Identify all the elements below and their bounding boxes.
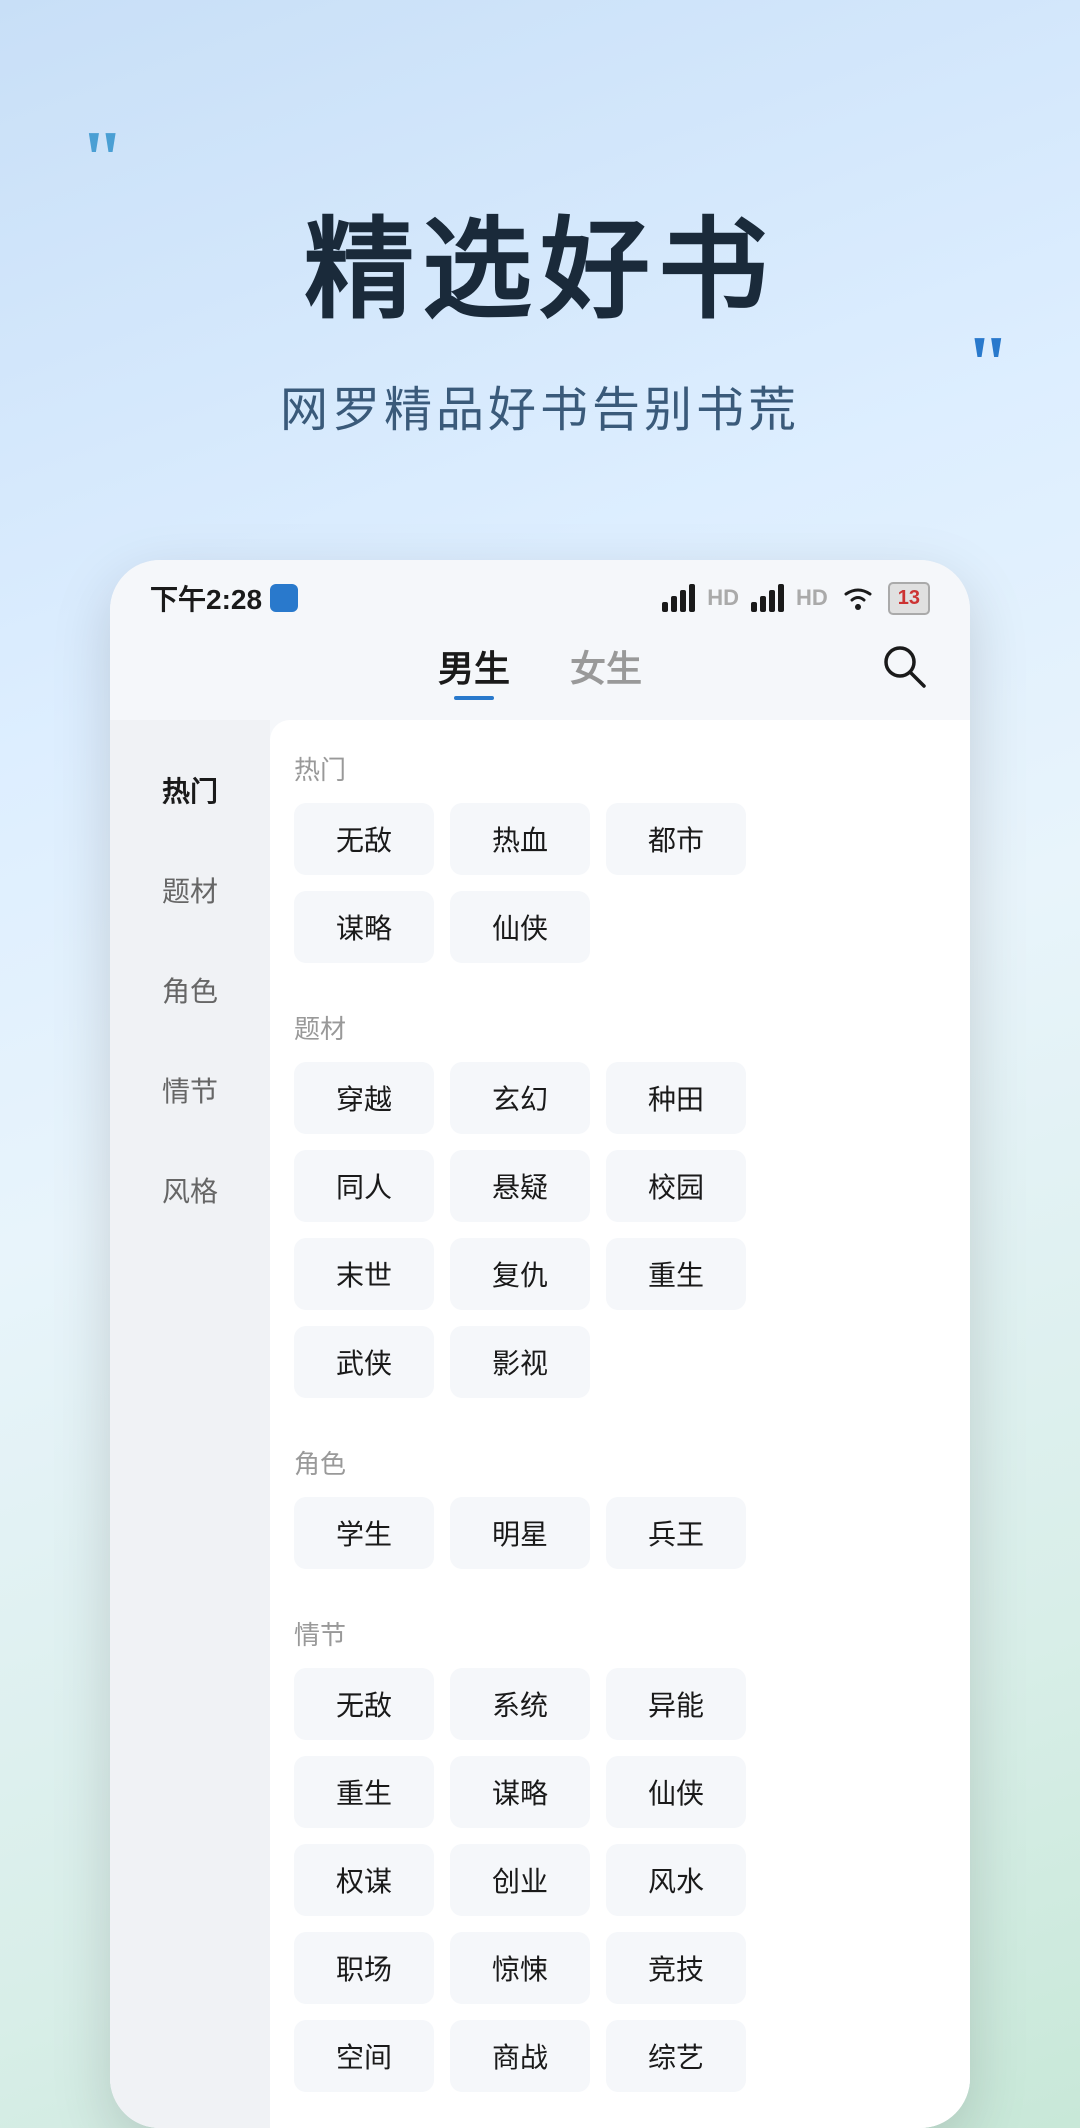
main-title: 精选好书 — [80, 180, 1000, 340]
signal-icon-2 — [751, 584, 784, 612]
sidebar-item-hot[interactable]: 热门 — [110, 740, 270, 840]
status-right-icons: HD HD 13 — [662, 582, 930, 615]
plot-tags-row-4: 职场 惊悚 竞技 — [294, 1932, 946, 2004]
tag-farming[interactable]: 种田 — [606, 1062, 746, 1134]
tag-variety[interactable]: 综艺 — [606, 2020, 746, 2092]
tag-space[interactable]: 空间 — [294, 2020, 434, 2092]
quote-left-icon: " — [80, 120, 114, 200]
tag-revenge[interactable]: 复仇 — [450, 1238, 590, 1310]
battery-icon: 13 — [888, 582, 930, 615]
tag-plot-rebirth[interactable]: 重生 — [294, 1756, 434, 1828]
tag-city[interactable]: 都市 — [606, 803, 746, 875]
sidebar-item-theme[interactable]: 题材 — [110, 840, 270, 940]
tag-intrigue[interactable]: 权谋 — [294, 1844, 434, 1916]
tag-doujin[interactable]: 同人 — [294, 1150, 434, 1222]
theme-tags-row-1: 穿越 玄幻 种田 — [294, 1062, 946, 1134]
tab-female[interactable]: 女生 — [570, 640, 642, 700]
section-label-plot: 情节 — [294, 1615, 946, 1652]
sidebar: 热门 题材 角色 情节 风格 — [110, 720, 270, 2128]
nav-tabs: 男生 女生 — [110, 630, 970, 720]
tag-travel-time[interactable]: 穿越 — [294, 1062, 434, 1134]
tag-soldier-king[interactable]: 兵王 — [606, 1497, 746, 1569]
signal-icon — [662, 584, 695, 612]
plot-tags-row-2: 重生 谋略 仙侠 — [294, 1756, 946, 1828]
tag-film[interactable]: 影视 — [450, 1326, 590, 1398]
phone-mockup: 下午2:28 HD HD — [110, 560, 970, 2128]
tag-hot-blood[interactable]: 热血 — [450, 803, 590, 875]
quote-right-icon: " — [966, 320, 1000, 411]
tag-plot-xianxia[interactable]: 仙侠 — [606, 1756, 746, 1828]
tag-thriller[interactable]: 惊悚 — [450, 1932, 590, 2004]
section-label-theme: 题材 — [294, 1009, 946, 1046]
tag-business[interactable]: 商战 — [450, 2020, 590, 2092]
plot-tags-row-3: 权谋 创业 风水 — [294, 1844, 946, 1916]
hot-tags-row-1: 无敌 热血 都市 — [294, 803, 946, 875]
tag-mystery[interactable]: 悬疑 — [450, 1150, 590, 1222]
tag-strategy[interactable]: 谋略 — [294, 891, 434, 963]
app-icon — [270, 584, 298, 612]
search-button[interactable] — [878, 640, 930, 697]
wifi-icon — [840, 584, 876, 612]
role-tags-row-1: 学生 明星 兵王 — [294, 1497, 946, 1569]
plot-tags-row-1: 无敌 系统 异能 — [294, 1668, 946, 1740]
hot-tags-row-2: 谋略 仙侠 — [294, 891, 946, 963]
tag-fantasy[interactable]: 玄幻 — [450, 1062, 590, 1134]
tag-student[interactable]: 学生 — [294, 1497, 434, 1569]
tag-plot-strategy[interactable]: 谋略 — [450, 1756, 590, 1828]
status-bar: 下午2:28 HD HD — [110, 560, 970, 630]
tag-workplace[interactable]: 职场 — [294, 1932, 434, 2004]
tag-rebirth[interactable]: 重生 — [606, 1238, 746, 1310]
status-time: 下午2:28 — [150, 578, 298, 618]
theme-tags-row-3: 末世 复仇 重生 — [294, 1238, 946, 1310]
sidebar-item-plot[interactable]: 情节 — [110, 1040, 270, 1140]
theme-tags-row-2: 同人 悬疑 校园 — [294, 1150, 946, 1222]
plot-tags-row-5: 空间 商战 综艺 — [294, 2020, 946, 2092]
sub-title: 网罗精品好书告别书荒 — [80, 370, 1000, 440]
theme-tags-row-4: 武侠 影视 — [294, 1326, 946, 1398]
tag-campus[interactable]: 校园 — [606, 1150, 746, 1222]
tag-superpower[interactable]: 异能 — [606, 1668, 746, 1740]
sidebar-item-role[interactable]: 角色 — [110, 940, 270, 1040]
tag-esports[interactable]: 竞技 — [606, 1932, 746, 2004]
tag-startup[interactable]: 创业 — [450, 1844, 590, 1916]
right-content: 热门 无敌 热血 都市 谋略 仙侠 题材 穿越 玄幻 种田 同人 悬疑 校园 — [270, 720, 970, 2128]
search-icon — [878, 640, 930, 692]
tag-star[interactable]: 明星 — [450, 1497, 590, 1569]
tab-male[interactable]: 男生 — [438, 640, 510, 700]
tag-xianxia[interactable]: 仙侠 — [450, 891, 590, 963]
sidebar-item-style[interactable]: 风格 — [110, 1140, 270, 1240]
section-label-role: 角色 — [294, 1444, 946, 1481]
tag-wuxia[interactable]: 武侠 — [294, 1326, 434, 1398]
section-label-hot: 热门 — [294, 750, 946, 787]
tag-plot-invincible[interactable]: 无敌 — [294, 1668, 434, 1740]
content-area: 热门 题材 角色 情节 风格 热门 无敌 热血 都市 谋略 仙侠 题材 穿越 — [110, 720, 970, 2128]
tag-apocalypse[interactable]: 末世 — [294, 1238, 434, 1310]
tag-fengshui[interactable]: 风水 — [606, 1844, 746, 1916]
tag-system[interactable]: 系统 — [450, 1668, 590, 1740]
tag-invincible[interactable]: 无敌 — [294, 803, 434, 875]
